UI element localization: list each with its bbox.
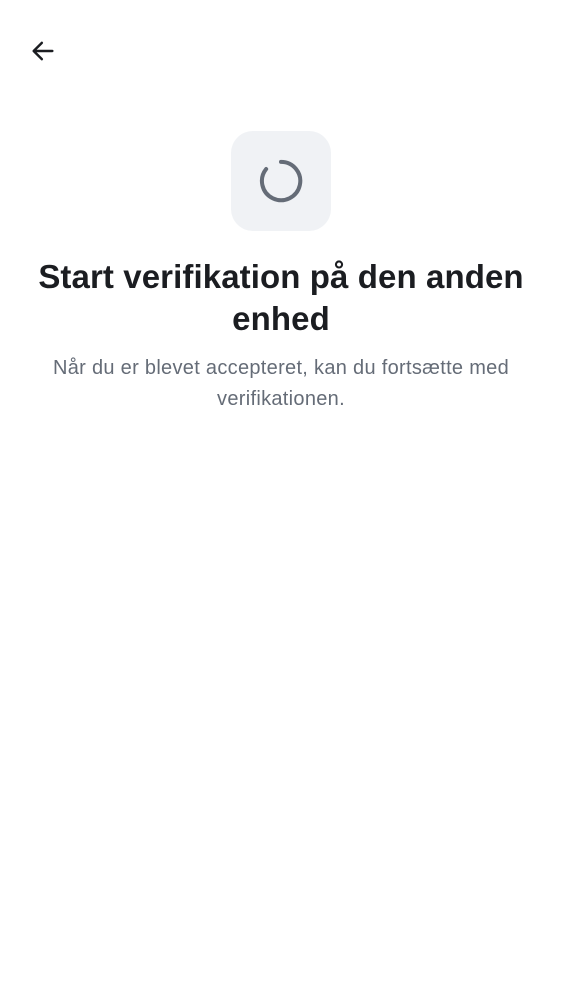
verification-screen: Start verifikation på den anden enhed Nå… [0,0,562,1000]
page-subtitle: Når du er blevet accepteret, kan du fort… [52,357,510,410]
page-title: Start verifikation på den anden enhed [38,258,524,337]
arrow-left-icon [32,41,54,61]
spinner-tile [231,131,331,231]
loading-spinner-icon [259,159,303,203]
back-button[interactable] [22,30,64,72]
